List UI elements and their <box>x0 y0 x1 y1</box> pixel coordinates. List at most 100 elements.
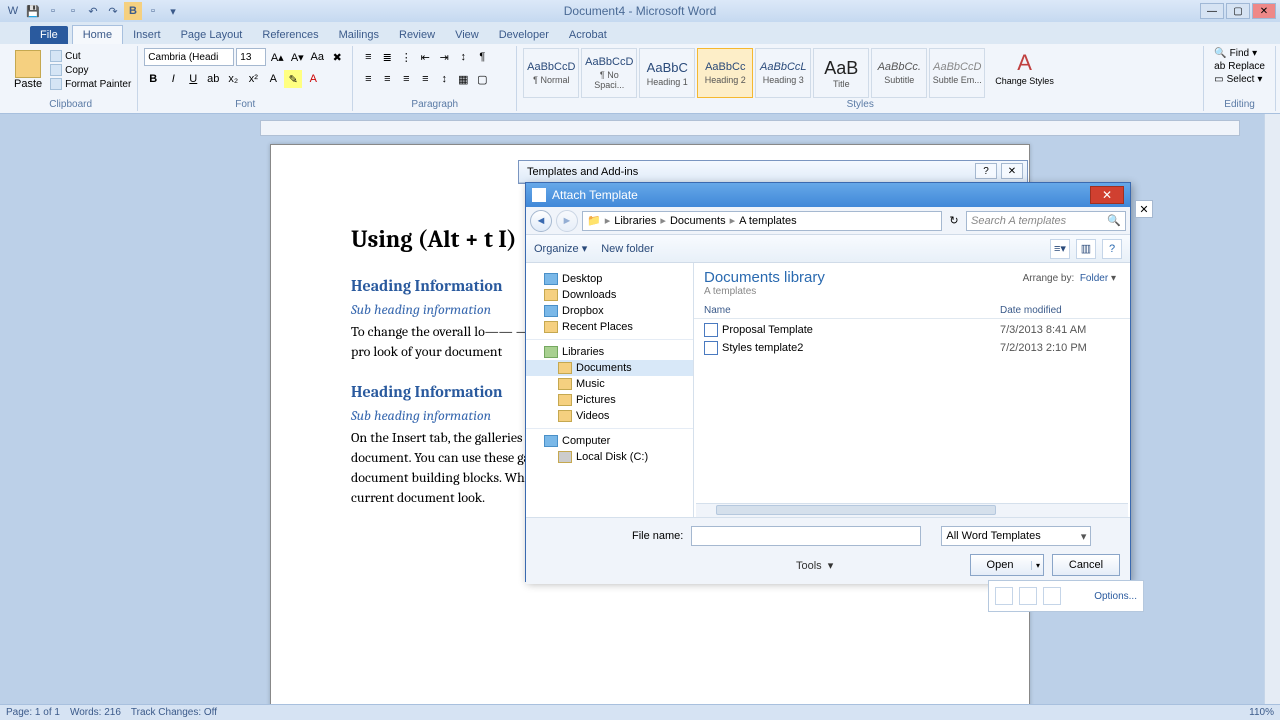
show-marks-button[interactable]: ¶ <box>473 48 491 66</box>
tab-home[interactable]: Home <box>72 25 123 44</box>
style-title[interactable]: AaBTitle <box>813 48 869 98</box>
change-styles-button[interactable]: A Change Styles <box>989 48 1060 88</box>
shading-button[interactable]: ▦ <box>454 70 472 88</box>
style-heading1[interactable]: AaBbCHeading 1 <box>639 48 695 98</box>
highlight-button[interactable]: ✎ <box>284 70 302 88</box>
tab-file[interactable]: File <box>30 26 68 44</box>
tab-acrobat[interactable]: Acrobat <box>559 26 617 44</box>
close-button[interactable]: ✕ <box>1090 186 1124 204</box>
underline-button[interactable]: U <box>184 70 202 88</box>
tab-developer[interactable]: Developer <box>489 26 559 44</box>
tab-references[interactable]: References <box>252 26 328 44</box>
indent-right-button[interactable]: ⇥ <box>435 48 453 66</box>
shrink-font-button[interactable]: A▾ <box>288 48 306 66</box>
tree-recent[interactable]: Recent Places <box>526 319 693 335</box>
font-name-combo[interactable] <box>144 48 234 66</box>
format-painter-button[interactable]: Format Painter <box>50 78 131 90</box>
subscript-button[interactable]: x₂ <box>224 70 242 88</box>
tab-view[interactable]: View <box>445 26 489 44</box>
minimize-button[interactable]: — <box>1200 3 1224 19</box>
change-case-button[interactable]: Aa <box>308 48 326 66</box>
strike-button[interactable]: ab <box>204 70 222 88</box>
align-right-button[interactable]: ≡ <box>397 70 415 88</box>
font-size-combo[interactable] <box>236 48 266 66</box>
tree-videos[interactable]: Videos <box>526 408 693 424</box>
address-bar[interactable]: 📁 ▸ Libraries ▸ Documents ▸ A templates <box>582 211 942 231</box>
vertical-scrollbar[interactable] <box>1264 114 1280 704</box>
tree-downloads[interactable]: Downloads <box>526 287 693 303</box>
help-button[interactable]: ? <box>975 163 997 179</box>
col-date[interactable]: Date modified <box>1000 305 1120 316</box>
tree-computer[interactable]: Computer <box>526 433 693 449</box>
forward-button[interactable]: ► <box>556 210 578 232</box>
tree-libraries[interactable]: Libraries <box>526 344 693 360</box>
italic-button[interactable]: I <box>164 70 182 88</box>
tree-music[interactable]: Music <box>526 376 693 392</box>
bold-button[interactable]: B <box>144 70 162 88</box>
indent-left-button[interactable]: ⇤ <box>416 48 434 66</box>
pane-close-button[interactable]: ✕ <box>1135 200 1153 218</box>
paste-button[interactable]: Paste <box>10 48 46 92</box>
line-spacing-button[interactable]: ↕ <box>435 70 453 88</box>
tab-page-layout[interactable]: Page Layout <box>171 26 253 44</box>
style-heading3[interactable]: AaBbCcLHeading 3 <box>755 48 811 98</box>
redo-icon[interactable]: ↷ <box>104 2 122 20</box>
grow-font-button[interactable]: A▴ <box>268 48 286 66</box>
undo-icon[interactable]: ↶ <box>84 2 102 20</box>
sort-button[interactable]: ↕ <box>454 48 472 66</box>
align-left-button[interactable]: ≡ <box>359 70 377 88</box>
qat-btn[interactable]: ▫ <box>64 2 82 20</box>
bullets-button[interactable]: ≡ <box>359 48 377 66</box>
replace-button[interactable]: abReplace <box>1214 61 1265 72</box>
nav-tree[interactable]: Desktop Downloads Dropbox Recent Places … <box>526 263 694 517</box>
styles-gallery[interactable]: AaBbCcD¶ Normal AaBbCcD¶ No Spaci... AaB… <box>523 48 985 98</box>
preview-pane-button[interactable]: ▥ <box>1076 239 1096 259</box>
style-subtle-em[interactable]: AaBbCcDSubtle Em... <box>929 48 985 98</box>
close-button[interactable]: ✕ <box>1252 3 1276 19</box>
tab-mailings[interactable]: Mailings <box>329 26 389 44</box>
refresh-button[interactable]: ↻ <box>946 214 962 227</box>
save-icon[interactable]: 💾 <box>24 2 42 20</box>
style-normal[interactable]: AaBbCcD¶ Normal <box>523 48 579 98</box>
horizontal-ruler[interactable] <box>260 120 1240 136</box>
options-link[interactable]: Options... <box>1094 591 1137 602</box>
style-no-spacing[interactable]: AaBbCcD¶ No Spaci... <box>581 48 637 98</box>
tools-button[interactable]: Tools ▾ <box>796 559 833 572</box>
qat-btn[interactable]: ▫ <box>44 2 62 20</box>
breadcrumb-item[interactable]: A templates <box>739 215 796 227</box>
tree-documents[interactable]: Documents <box>526 360 693 376</box>
multilevel-button[interactable]: ⋮ <box>397 48 415 66</box>
new-folder-button[interactable]: New folder <box>601 243 654 255</box>
qat-btn[interactable]: ▫ <box>144 2 162 20</box>
view-button[interactable]: ≡▾ <box>1050 239 1070 259</box>
option-icon[interactable] <box>995 587 1013 605</box>
column-headers[interactable]: Name Date modified <box>694 299 1130 319</box>
back-button[interactable]: ◄ <box>530 210 552 232</box>
style-subtitle[interactable]: AaBbCc.Subtitle <box>871 48 927 98</box>
file-list[interactable]: Proposal Template 7/3/2013 8:41 AM Style… <box>694 319 1130 503</box>
filetype-combo[interactable]: All Word Templates <box>941 526 1091 546</box>
close-button[interactable]: ✕ <box>1001 163 1023 179</box>
tree-dropbox[interactable]: Dropbox <box>526 303 693 319</box>
tree-pictures[interactable]: Pictures <box>526 392 693 408</box>
select-button[interactable]: ▭Select ▾ <box>1214 74 1265 85</box>
option-icon[interactable] <box>1019 587 1037 605</box>
file-row[interactable]: Styles template2 7/2/2013 2:10 PM <box>704 339 1120 357</box>
arrange-by[interactable]: Arrange by: Folder ▾ <box>1023 273 1116 284</box>
numbering-button[interactable]: ≣ <box>378 48 396 66</box>
col-name[interactable]: Name <box>704 305 1000 316</box>
text-effects-button[interactable]: A <box>264 70 282 88</box>
justify-button[interactable]: ≡ <box>416 70 434 88</box>
find-button[interactable]: 🔍Find ▾ <box>1214 48 1265 59</box>
cancel-button[interactable]: Cancel <box>1052 554 1120 576</box>
align-center-button[interactable]: ≡ <box>378 70 396 88</box>
organize-button[interactable]: Organize ▾ <box>534 242 587 255</box>
copy-button[interactable]: Copy <box>50 64 131 76</box>
status-page[interactable]: Page: 1 of 1 <box>6 707 60 718</box>
horizontal-scrollbar[interactable] <box>696 503 1128 517</box>
borders-button[interactable]: ▢ <box>473 70 491 88</box>
breadcrumb-item[interactable]: Documents <box>670 215 726 227</box>
tab-insert[interactable]: Insert <box>123 26 171 44</box>
style-heading2[interactable]: AaBbCcHeading 2 <box>697 48 753 98</box>
breadcrumb-item[interactable]: Libraries <box>614 215 656 227</box>
